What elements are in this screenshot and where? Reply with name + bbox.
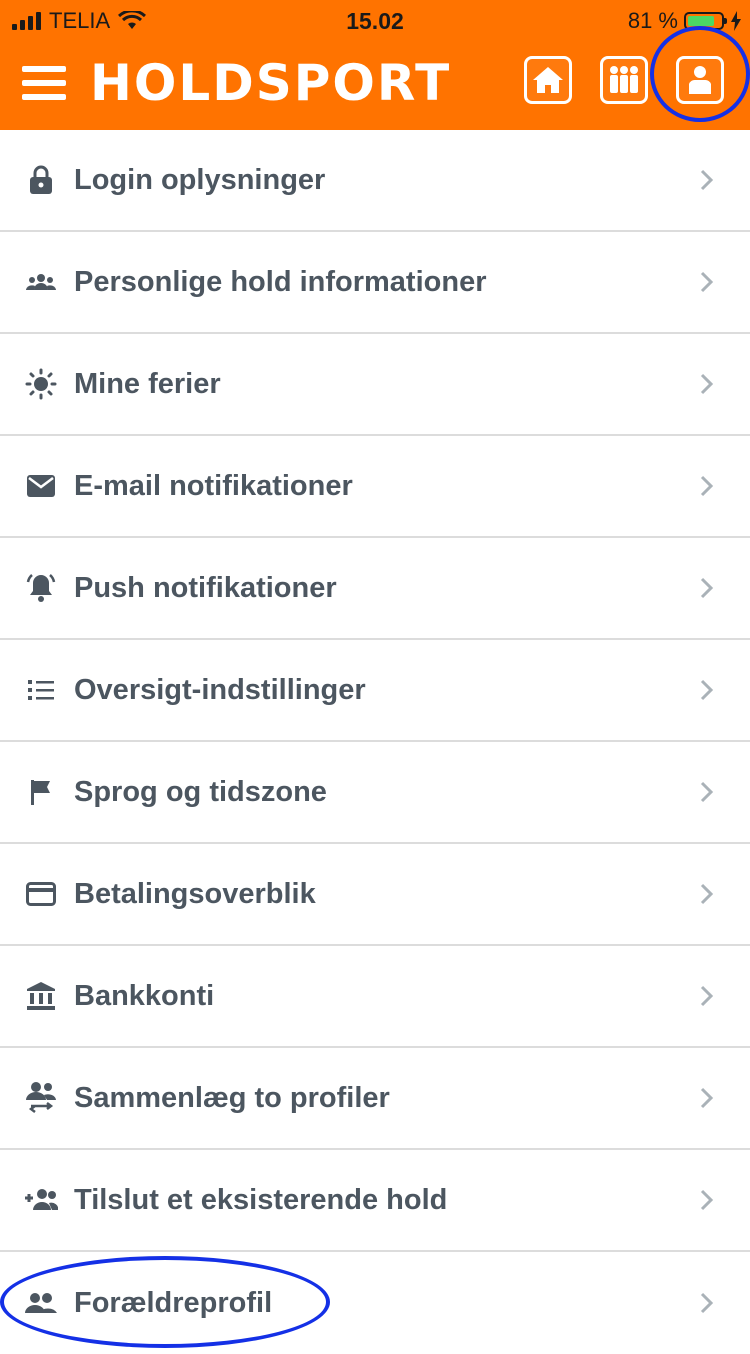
mail-icon [24, 469, 58, 503]
battery-icon [684, 12, 727, 30]
flag-icon [24, 775, 58, 809]
chevron-right-icon [700, 169, 714, 191]
bell-icon [24, 571, 58, 605]
menu-icon[interactable] [22, 66, 66, 100]
menu-item-login[interactable]: Login oplysninger [0, 130, 750, 232]
menu-item-label: Login oplysninger [74, 163, 326, 196]
chevron-right-icon [700, 679, 714, 701]
menu-item-label: Personlige hold informationer [74, 265, 487, 298]
menu-item-parent-profile[interactable]: Forældreprofil [0, 1252, 750, 1354]
chevron-right-icon [700, 373, 714, 395]
chevron-right-icon [700, 781, 714, 803]
credit-card-icon [24, 877, 58, 911]
sun-icon [24, 367, 58, 401]
lock-icon [24, 163, 58, 197]
home-icon [533, 67, 563, 93]
chevron-right-icon [700, 1087, 714, 1109]
status-bar: TELIA 15.02 81 % [0, 0, 750, 40]
list-icon [24, 673, 58, 707]
charging-icon [731, 11, 741, 31]
top-bar: TELIA 15.02 81 % HOLDSPORT [0, 0, 750, 130]
chevron-right-icon [700, 883, 714, 905]
menu-item-label: Mine ferier [74, 367, 221, 400]
menu-item-email-notifications[interactable]: E-mail notifikationer [0, 436, 750, 538]
menu-item-label: Oversigt-indstillinger [74, 673, 366, 706]
menu-item-label: Tilslut et eksisterende hold [74, 1183, 448, 1216]
menu-item-merge-profiles[interactable]: Sammenlæg to profiler [0, 1048, 750, 1150]
bank-icon [24, 979, 58, 1013]
menu-item-label: Sprog og tidszone [74, 775, 327, 808]
menu-item-push-notifications[interactable]: Push notifikationer [0, 538, 750, 640]
profile-icon [689, 66, 711, 94]
menu-item-join-team[interactable]: Tilslut et eksisterende hold [0, 1150, 750, 1252]
menu-item-label: Forældreprofil [74, 1286, 273, 1319]
add-people-icon [24, 1183, 58, 1217]
settings-menu: Login oplysninger Personlige hold inform… [0, 130, 750, 1354]
merge-people-icon [24, 1081, 58, 1115]
menu-item-label: Betalingsoverblik [74, 877, 316, 910]
profile-button[interactable] [676, 56, 724, 104]
battery-percent: 81 % [627, 8, 678, 33]
chevron-right-icon [700, 1292, 714, 1314]
brand-logo: HOLDSPORT [90, 54, 452, 112]
menu-item-holidays[interactable]: Mine ferier [0, 334, 750, 436]
home-button[interactable] [524, 56, 572, 104]
menu-item-label: Push notifikationer [74, 571, 337, 604]
menu-item-team-info[interactable]: Personlige hold informationer [0, 232, 750, 334]
menu-item-label: Sammenlæg to profiler [74, 1081, 390, 1114]
menu-item-bank-accounts[interactable]: Bankkonti [0, 946, 750, 1048]
chevron-right-icon [700, 985, 714, 1007]
chevron-right-icon [700, 577, 714, 599]
chevron-right-icon [700, 1189, 714, 1211]
chevron-right-icon [700, 271, 714, 293]
menu-item-payment-overview[interactable]: Betalingsoverblik [0, 844, 750, 946]
battery-group: 81 % [628, 8, 742, 34]
menu-item-language-timezone[interactable]: Sprog og tidszone [0, 742, 750, 844]
group-icon [24, 265, 58, 299]
app-bar: HOLDSPORT [0, 26, 750, 130]
menu-item-overview-settings[interactable]: Oversigt-indstillinger [0, 640, 750, 742]
menu-item-label: Bankkonti [74, 979, 215, 1012]
team-icon [610, 66, 638, 93]
parent-people-icon [24, 1286, 58, 1320]
battery-fill [688, 16, 714, 26]
menu-item-label: E-mail notifikationer [74, 469, 353, 502]
team-button[interactable] [600, 56, 648, 104]
chevron-right-icon [700, 475, 714, 497]
